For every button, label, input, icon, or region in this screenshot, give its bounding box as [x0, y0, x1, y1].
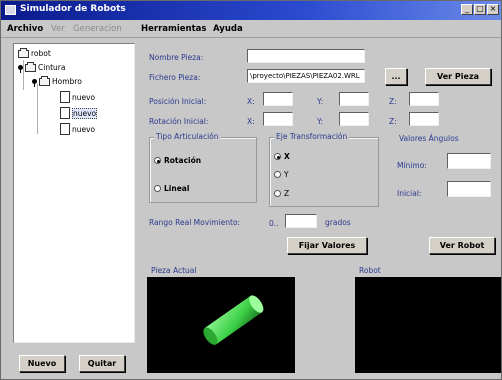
robot-view-title: Robot — [359, 266, 381, 275]
robot-tree[interactable]: robot Cintura Hombro nuevo nuevo nuevo — [13, 43, 135, 343]
app-window: Simulador de Robots _ □ × Archivo Ver Ge… — [0, 0, 502, 380]
tree-node-cintura[interactable]: Cintura — [18, 61, 65, 73]
radio-axis-x[interactable]: X — [274, 152, 290, 161]
init-value-label: Inicial: — [397, 189, 422, 198]
range-prefix: 0.. — [269, 219, 279, 228]
browse-file-button[interactable]: ... — [385, 68, 407, 85]
articulation-type-group: Tipo Articulación Rotación Lineal — [149, 132, 257, 203]
fix-values-button[interactable]: Fijar Valores — [287, 237, 367, 254]
view-piece-button[interactable]: Ver Pieza — [425, 68, 491, 85]
pos-x-label: X: — [247, 97, 255, 106]
minimize-icon[interactable]: _ — [461, 4, 473, 15]
rot-z-label: Z: — [389, 117, 397, 126]
range-label: Rango Real Movimiento: — [149, 218, 241, 227]
range-unit: grados — [325, 218, 351, 227]
rot-y-input[interactable] — [339, 112, 369, 126]
close-icon[interactable]: × — [487, 4, 499, 15]
initial-position-label: Posición Inicial: — [149, 97, 207, 106]
remove-node-button[interactable]: Quitar — [79, 355, 125, 372]
tree-node-robot[interactable]: robot — [18, 47, 51, 58]
folder-icon — [18, 47, 29, 58]
piece-file-label: Fichero Pieza: — [149, 73, 201, 82]
folder-icon — [39, 75, 50, 86]
app-icon — [5, 5, 16, 15]
piece-name-label: Nombre Pieza: — [149, 53, 204, 62]
expand-handle-icon[interactable] — [32, 79, 37, 87]
view-robot-button[interactable]: Ver Robot — [429, 237, 495, 254]
expand-handle-icon[interactable] — [18, 65, 23, 73]
initial-rotation-label: Rotación Inicial: — [149, 117, 209, 126]
rot-x-input[interactable] — [263, 112, 293, 126]
pos-x-input[interactable] — [263, 92, 293, 106]
window-title: Simulador de Robots — [20, 4, 126, 14]
piece-name-input[interactable] — [247, 49, 365, 63]
min-value-input[interactable] — [447, 153, 491, 169]
document-icon — [60, 123, 70, 135]
tree-leaf[interactable]: nuevo — [60, 107, 98, 119]
transform-axis-title: Eje Transformación — [274, 132, 350, 141]
menu-herramientas[interactable]: Herramientas — [141, 24, 206, 34]
menu-ver[interactable]: Ver — [51, 24, 65, 34]
new-node-button[interactable]: Nuevo — [19, 355, 65, 372]
pos-y-label: Y: — [317, 97, 324, 106]
radio-axis-z[interactable]: Z — [274, 189, 289, 198]
tree-leaf[interactable]: nuevo — [60, 91, 95, 103]
tree-leaf[interactable]: nuevo — [60, 123, 95, 135]
title-bar: Simulador de Robots _ □ × — [1, 1, 501, 20]
piece-file-input[interactable]: \proyecto\PIEZAS\PIEZA02.WRL — [247, 69, 365, 83]
piece-view-title: Pieza Actual — [151, 266, 197, 275]
cylinder-piece-icon — [203, 295, 264, 345]
menu-generacion[interactable]: Generacion — [73, 24, 122, 34]
pos-z-label: Z: — [389, 97, 397, 106]
transform-axis-group: Eje Transformación X Y Z — [269, 132, 379, 207]
menu-ayuda[interactable]: Ayuda — [213, 24, 243, 34]
pos-y-input[interactable] — [339, 92, 369, 106]
rot-y-label: Y: — [317, 117, 324, 126]
init-value-input[interactable] — [447, 181, 491, 197]
maximize-icon[interactable]: □ — [474, 4, 486, 15]
document-icon — [60, 91, 70, 103]
radio-rotacion[interactable]: Rotación — [154, 156, 201, 165]
angle-values-title: Valores Ángulos — [399, 134, 459, 143]
articulation-type-title: Tipo Articulación — [154, 132, 221, 141]
range-input[interactable] — [285, 214, 317, 228]
pos-z-input[interactable] — [409, 92, 439, 106]
document-icon — [60, 107, 70, 119]
robot-3d-view[interactable] — [355, 277, 501, 373]
rot-z-input[interactable] — [409, 112, 439, 126]
tree-node-hombro[interactable]: Hombro — [32, 75, 82, 87]
min-value-label: Mínimo: — [397, 161, 427, 170]
menu-bar: Archivo Ver Generacion Herramientas Ayud… — [1, 20, 501, 38]
folder-icon — [25, 61, 36, 72]
radio-axis-y[interactable]: Y — [274, 170, 289, 179]
radio-lineal[interactable]: Lineal — [154, 184, 189, 193]
menu-archivo[interactable]: Archivo — [7, 24, 43, 34]
piece-3d-view[interactable] — [147, 277, 295, 373]
rot-x-label: X: — [247, 117, 255, 126]
